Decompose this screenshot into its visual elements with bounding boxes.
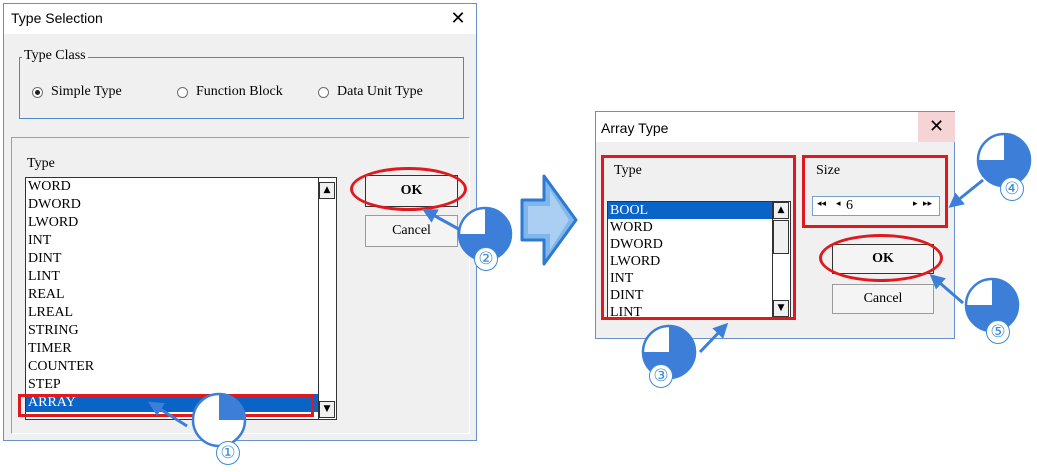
step-5-number: ⑤ xyxy=(986,320,1010,344)
step-1-number: ① xyxy=(216,441,240,465)
annotation-arrows xyxy=(148,178,984,428)
step-1-pie-icon xyxy=(191,392,247,448)
step-4-number: ④ xyxy=(1000,177,1024,201)
step-3-number: ③ xyxy=(649,364,673,388)
step-2-number: ② xyxy=(474,247,498,271)
